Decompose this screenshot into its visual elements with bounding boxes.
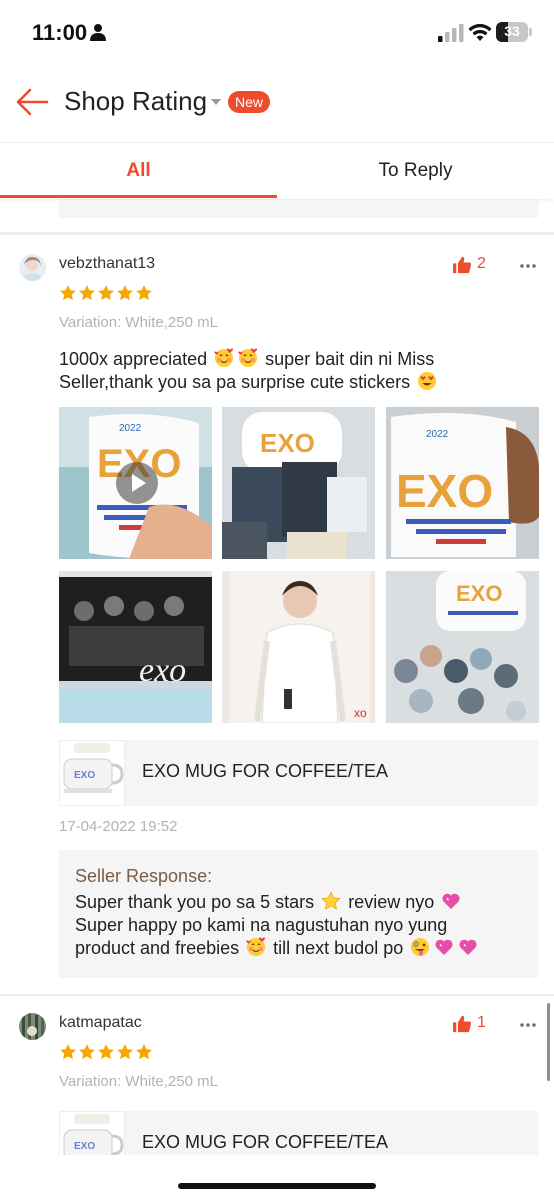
product-thumbnail: EXO [59, 1111, 125, 1155]
star-icon [135, 1043, 153, 1061]
seller-text: review nyo [348, 892, 435, 912]
divider [0, 994, 554, 996]
person-icon [90, 24, 106, 41]
seller-response-title: Seller Response: [75, 866, 213, 886]
more-options-icon[interactable] [520, 1023, 536, 1027]
svg-text:EXO: EXO [74, 770, 95, 781]
signal-icon [438, 24, 464, 42]
smiling-hearts-emoji [238, 348, 258, 368]
star-icon [97, 284, 115, 302]
svg-text:2022: 2022 [119, 423, 142, 434]
heart-eyes-emoji [417, 371, 437, 391]
star-icon [78, 284, 96, 302]
star-rating [59, 284, 154, 302]
app-header: Shop Rating New [0, 66, 554, 142]
home-indicator[interactable] [178, 1183, 376, 1189]
seller-text: Super thank you po sa 5 stars [75, 892, 315, 912]
play-icon[interactable] [116, 462, 158, 504]
reviewer-name[interactable]: vebzthanat13 [59, 255, 155, 273]
smiling-hearts-emoji [246, 937, 266, 957]
comment-text: 1000x appreciated [59, 349, 208, 369]
svg-text:2022: 2022 [426, 429, 449, 440]
pink-heart-emoji [458, 937, 478, 957]
variation-text: Variation: White,250 mL [59, 314, 218, 331]
like-count: 2 [477, 255, 486, 272]
status-time: 11:00 [32, 20, 88, 45]
review-video-thumbnail[interactable]: 2022EXO [59, 407, 212, 559]
status-bar: 11:00 33 [0, 0, 554, 66]
reviewer-name[interactable]: katmapatac [59, 1014, 142, 1032]
seller-response-text: Super thank you po sa 5 stars review nyo… [75, 891, 522, 960]
page-title[interactable]: Shop Rating [64, 86, 207, 117]
star-icon [135, 284, 153, 302]
star-icon [78, 1043, 96, 1061]
svg-text:EXO: EXO [396, 465, 493, 517]
seller-response: Seller Response: Super thank you po sa 5… [59, 850, 538, 978]
tab-to-reply[interactable]: To Reply [277, 143, 554, 199]
seller-text: Super happy po kami na nagustuhan nyo yu… [75, 915, 448, 935]
seller-text: till next budol po [273, 938, 404, 958]
new-badge: New [228, 91, 271, 113]
seller-text: product and freebies [75, 938, 240, 958]
review-photo[interactable]: EXO [386, 571, 539, 723]
svg-text:exo: exo [139, 652, 186, 689]
review-comment: 1000x appreciated super bait din ni Miss… [59, 348, 499, 394]
more-options-icon[interactable] [520, 264, 536, 268]
star-rating [59, 1043, 154, 1061]
review-photo[interactable]: EXO [222, 407, 375, 559]
product-name: EXO MUG FOR COFFEE/TEA [142, 761, 389, 781]
star-icon [116, 1043, 134, 1061]
review-photo[interactable]: exo [59, 571, 212, 723]
star-icon [59, 1043, 77, 1061]
svg-text:EXO: EXO [74, 1141, 95, 1152]
zany-face-emoji [410, 937, 430, 957]
pink-heart-emoji [434, 937, 454, 957]
product-card[interactable]: EXO EXO MUG FOR COFFEE/TEA [59, 740, 538, 806]
back-arrow-icon[interactable] [14, 86, 50, 118]
star-icon [116, 284, 134, 302]
scrollbar[interactable] [547, 1003, 550, 1081]
like-count: 1 [477, 1014, 486, 1031]
star-emoji [321, 891, 341, 911]
svg-text:EXO: EXO [260, 428, 315, 458]
star-icon [59, 284, 77, 302]
caret-down-icon[interactable] [211, 99, 221, 105]
avatar[interactable] [19, 254, 46, 281]
wifi-icon [468, 23, 492, 41]
battery-level: 33 [504, 23, 520, 39]
smiling-hearts-emoji [214, 348, 234, 368]
previous-review-response-end [59, 199, 538, 218]
review-photo[interactable]: 2022 EXO [386, 407, 539, 559]
svg-text:EXO: EXO [456, 581, 502, 606]
tab-all[interactable]: All [0, 143, 277, 199]
product-thumbnail: EXO [59, 740, 125, 806]
variation-text: Variation: White,250 mL [59, 1073, 218, 1090]
divider [0, 232, 554, 235]
pink-heart-emoji [441, 891, 461, 911]
battery-icon: 33 [496, 22, 532, 42]
star-icon [97, 1043, 115, 1061]
product-card[interactable]: EXO EXO MUG FOR COFFEE/TEA [59, 1111, 538, 1155]
active-tab-indicator [0, 195, 277, 198]
thumbs-up-icon[interactable] [452, 1015, 472, 1033]
thumbs-up-icon[interactable] [452, 256, 472, 274]
product-name: EXO MUG FOR COFFEE/TEA [142, 1132, 389, 1152]
review-photo[interactable]: xo [222, 571, 375, 723]
tab-bar: All To Reply [0, 142, 554, 199]
svg-text:xo: xo [354, 706, 367, 720]
review-date: 17-04-2022 19:52 [59, 818, 178, 835]
avatar[interactable] [19, 1013, 46, 1040]
